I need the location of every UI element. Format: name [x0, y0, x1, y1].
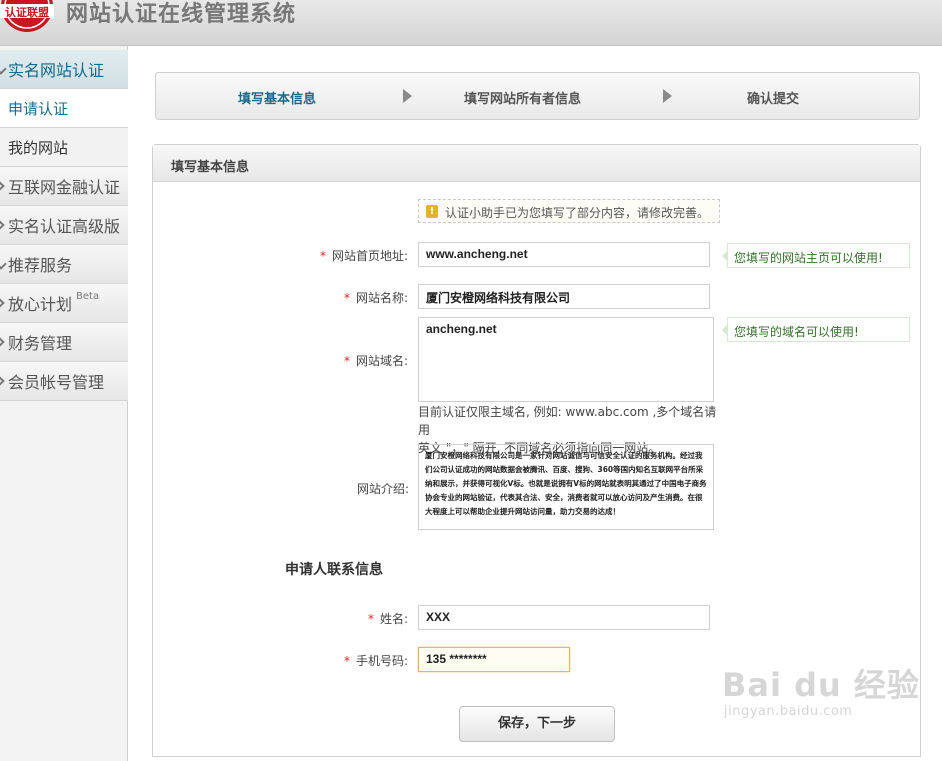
watermark-brand: Bai du 经验 — [722, 666, 920, 704]
site-name-input[interactable]: 厦门安橙网络科技有限公司 — [418, 284, 710, 309]
beta-badge: Beta — [76, 290, 100, 302]
intro-label: 网站介绍: — [357, 482, 410, 496]
certification-logo-icon: 认证联盟 — [0, 0, 54, 32]
sidebar-item-label: 互联网金融认证 — [8, 178, 121, 197]
step-arrow-icon — [403, 89, 412, 103]
chevron-down-icon — [0, 63, 7, 75]
name-label: * 姓名: — [368, 612, 409, 626]
domain-valid-tip: 您填写的域名可以使用! — [722, 317, 910, 342]
info-icon: ! — [426, 205, 438, 218]
baidu-watermark: Bai du 经验 jingyan.baidu.com — [722, 660, 922, 722]
intro-textarea[interactable]: 厦门安橙网络科技有限公司是一家针对网站诚信与可信安全认证的服务机构。经过我们公司… — [418, 444, 714, 530]
app-header: 认证联盟 网站认证在线管理系统 — [0, 0, 942, 46]
sidebar-item-internet-finance-cert[interactable]: 互联网金融认证 — [0, 167, 128, 206]
sidebar-item-label: 我的网站 — [8, 138, 69, 157]
chevron-right-icon — [0, 336, 5, 348]
step-confirm-submit: 确认提交 — [747, 92, 800, 107]
chevron-right-icon — [0, 297, 5, 309]
domain-label: * 网站域名: — [344, 354, 409, 368]
chevron-right-icon — [0, 375, 5, 387]
sidebar-item-label: 实名认证高级版 — [8, 217, 121, 236]
sidebar: 实名网站认证 申请认证 我的网站 互联网金融认证 实名认证高级版 推荐服务 放心… — [0, 46, 128, 761]
chevron-right-icon — [0, 219, 5, 231]
sidebar-item-finance[interactable]: 财务管理 — [0, 323, 128, 362]
sidebar-item-trust-plan[interactable]: 放心计划 Beta — [0, 284, 128, 323]
homepage-valid-tip: 您填写的网站主页可以使用! — [722, 243, 910, 268]
phone-label: * 手机号码: — [344, 654, 409, 668]
sidebar-item-account[interactable]: 会员帐号管理 — [0, 362, 128, 401]
sidebar-item-label: 推荐服务 — [8, 256, 73, 275]
sidebar-item-label: 实名网站认证 — [8, 61, 105, 80]
step-owner-info: 填写网站所有者信息 — [464, 92, 582, 107]
watermark-url: jingyan.baidu.com — [724, 704, 853, 719]
logo-text: 认证联盟 — [5, 5, 49, 19]
panel-title: 填写基本信息 — [153, 145, 920, 182]
site-name-label: * 网站名称: — [344, 291, 409, 305]
save-next-button[interactable]: 保存，下一步 — [459, 706, 615, 742]
chevron-right-icon — [0, 180, 5, 192]
progress-steps: 填写基本信息 填写网站所有者信息 确认提交 — [155, 72, 920, 120]
app-title: 网站认证在线管理系统 — [66, 2, 297, 27]
sidebar-item-real-name-website-cert[interactable]: 实名网站认证 — [0, 50, 128, 89]
assistant-hint: ! 认证小助手已为您填写了部分内容，请修改完善。 — [418, 199, 720, 223]
sidebar-item-recommended-services[interactable]: 推荐服务 — [0, 245, 128, 284]
chevron-down-icon — [0, 258, 7, 270]
homepage-input[interactable]: www.ancheng.net — [418, 242, 710, 267]
sidebar-item-apply-cert[interactable]: 申请认证 — [0, 89, 128, 128]
sidebar-item-label: 放心计划 — [8, 295, 73, 314]
step-basic-info: 填写基本信息 — [238, 92, 317, 107]
step-arrow-icon — [663, 89, 672, 103]
name-input[interactable]: XXX — [418, 605, 710, 630]
domain-textarea[interactable]: ancheng.net — [418, 317, 714, 402]
contact-section-title: 申请人联系信息 — [285, 562, 383, 578]
sidebar-item-advanced-cert[interactable]: 实名认证高级版 — [0, 206, 128, 245]
phone-input[interactable]: 135 ******** — [418, 647, 570, 672]
sidebar-item-label: 财务管理 — [8, 334, 73, 353]
sidebar-item-label: 申请认证 — [8, 99, 69, 118]
hint-text: 认证小助手已为您填写了部分内容，请修改完善。 — [445, 206, 710, 220]
sidebar-item-label: 会员帐号管理 — [8, 373, 105, 392]
sidebar-item-my-websites[interactable]: 我的网站 — [0, 128, 128, 167]
homepage-label: * 网站首页地址: — [320, 249, 409, 263]
